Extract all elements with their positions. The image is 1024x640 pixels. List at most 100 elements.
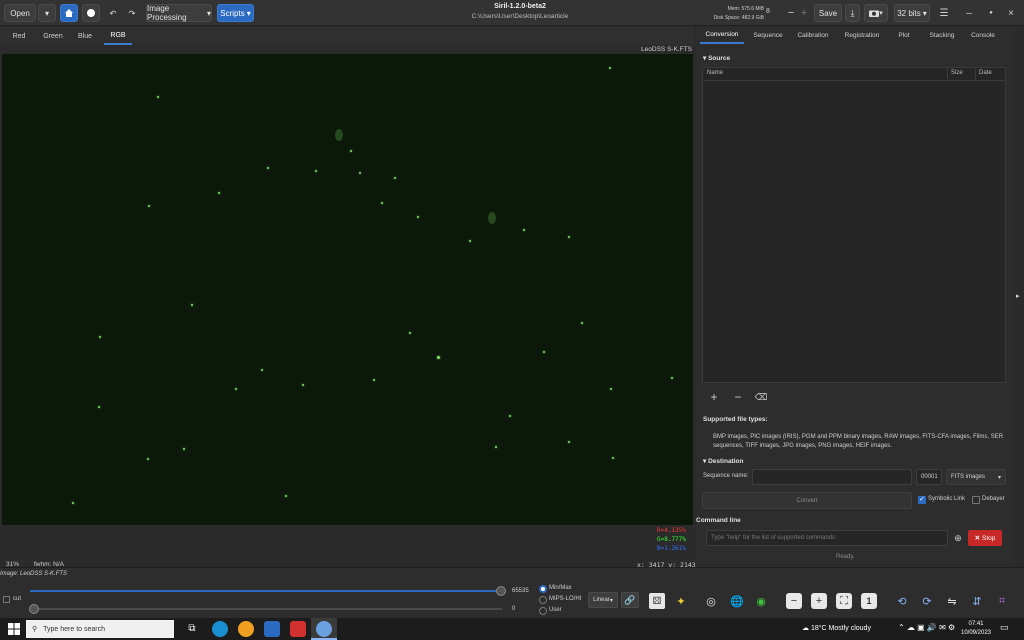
right-panel: Conversion Sequence Calibration Registra…: [696, 27, 1014, 567]
tab-registration[interactable]: Registration: [842, 27, 882, 44]
user-radio[interactable]: [539, 607, 547, 615]
cpu-counter[interactable]: 8: [766, 8, 770, 15]
column-name[interactable]: Name: [707, 70, 723, 76]
scripts-label: Scripts: [220, 8, 245, 18]
tab-blue[interactable]: Blue: [72, 27, 98, 45]
download-icon: ⤓: [850, 7, 855, 18]
zoom-in-button[interactable]: +: [811, 593, 827, 609]
taskbar-search-input[interactable]: ⚲ Type here to search: [26, 620, 174, 638]
star: [267, 167, 269, 169]
clock-date[interactable]: 10/09/2023: [958, 630, 994, 636]
image-processing-menu[interactable]: Image Processing ▾: [146, 4, 212, 22]
maximize-button[interactable]: ●: [984, 4, 998, 22]
livestack-button[interactable]: [82, 4, 100, 22]
tab-plot[interactable]: Plot: [892, 27, 916, 44]
redo-button[interactable]: ↷: [124, 4, 140, 22]
fit-icon: ⛶: [840, 594, 848, 607]
tab-conversion[interactable]: Conversion: [700, 27, 744, 44]
clear-list-button[interactable]: ⌫: [755, 391, 768, 403]
max-slider-handle[interactable]: [496, 586, 506, 596]
panel-collapse-arrow[interactable]: ▸: [1016, 292, 1020, 300]
min-slider-handle[interactable]: [29, 604, 39, 614]
zoom-one-button[interactable]: 1: [861, 593, 877, 609]
rotate-left-button[interactable]: ⟲: [894, 593, 910, 609]
home-button[interactable]: [60, 4, 78, 22]
star: [568, 236, 570, 238]
edge-browser-icon[interactable]: [212, 621, 228, 637]
minus-button[interactable]: −: [784, 4, 798, 22]
add-files-button[interactable]: +: [708, 390, 720, 404]
g-readout: G=8.777%: [657, 536, 686, 543]
max-value[interactable]: 65535: [512, 588, 529, 594]
open-button[interactable]: Open: [4, 4, 36, 22]
tab-red[interactable]: Red: [6, 27, 32, 45]
tab-console[interactable]: Console: [966, 27, 1000, 44]
tab-green[interactable]: Green: [38, 27, 68, 45]
min-value[interactable]: 0: [512, 606, 515, 612]
app-icon[interactable]: [290, 621, 306, 637]
bit-depth-selector[interactable]: 32 bits ▾: [894, 4, 930, 22]
menu-icon: ☰: [939, 7, 949, 19]
mipslo-radio[interactable]: [539, 596, 547, 604]
undo-button[interactable]: ↶: [105, 4, 121, 22]
siril-taskbar-button[interactable]: [311, 618, 337, 640]
stretch-select[interactable]: Linear ▾: [588, 592, 618, 608]
tab-sequence[interactable]: Sequence: [750, 27, 786, 44]
symbolic-link-checkbox[interactable]: ✓: [918, 496, 926, 504]
notifications-icon[interactable]: ▭: [1000, 622, 1009, 633]
stop-button[interactable]: ✕ Stop: [968, 530, 1002, 546]
rotate-right-button[interactable]: ⟳: [919, 593, 935, 609]
mirror-y-button[interactable]: ⇵: [969, 593, 985, 609]
save-button[interactable]: Save: [814, 4, 842, 22]
grid-button[interactable]: 🌐: [729, 593, 745, 609]
max-slider-track[interactable]: [30, 590, 502, 592]
link-channels-button[interactable]: 🔗: [621, 592, 639, 608]
star: [437, 356, 440, 359]
windows-start-button[interactable]: [8, 623, 20, 635]
mirror-x-button[interactable]: ⇋: [944, 593, 960, 609]
command-input[interactable]: Type "help" for the list of supported co…: [706, 530, 948, 546]
sequence-index-input[interactable]: 00001: [916, 469, 942, 485]
tab-calibration[interactable]: Calibration: [792, 27, 834, 44]
sequence-name-input[interactable]: [752, 469, 912, 485]
tab-rgb[interactable]: RGB: [104, 27, 132, 45]
file-list[interactable]: Name Size Date: [702, 67, 1006, 383]
snapshot-button[interactable]: ▾: [864, 4, 888, 22]
cut-checkbox[interactable]: [3, 596, 10, 603]
plus-button[interactable]: +: [798, 4, 810, 22]
annotate-button[interactable]: ◎: [703, 593, 719, 609]
star: [543, 351, 545, 353]
minmax-radio[interactable]: [539, 585, 547, 593]
debayer-checkbox[interactable]: [972, 496, 980, 504]
image-viewer[interactable]: [2, 54, 693, 525]
false-color-button[interactable]: ◉: [753, 593, 769, 609]
convert-button[interactable]: Convert: [702, 492, 912, 509]
crop-button[interactable]: ⌗: [994, 593, 1010, 609]
recent-dropdown-button[interactable]: ▾: [38, 4, 56, 22]
zoom-fit-button[interactable]: ⛶: [836, 593, 852, 609]
tab-stacking[interactable]: Stacking: [924, 27, 960, 44]
column-size[interactable]: Size: [951, 70, 963, 76]
command-help-button[interactable]: ⊕: [952, 531, 964, 545]
weather-widget[interactable]: ☁ 18°C Mostly cloudy: [802, 624, 871, 632]
task-view-icon[interactable]: ⧉: [184, 621, 200, 637]
app-icon[interactable]: [264, 621, 280, 637]
format-select[interactable]: FITS images ▾: [946, 469, 1006, 485]
min-slider-track[interactable]: [30, 608, 502, 610]
reset-view-button[interactable]: ⚄: [649, 593, 665, 609]
tray-icons[interactable]: ⌃ ☁ ▣ 🔊 ✉ ⚙: [898, 623, 955, 632]
hamburger-menu-button[interactable]: ☰: [936, 4, 952, 22]
column-date[interactable]: Date: [979, 70, 992, 76]
save-as-button[interactable]: ⤓: [845, 4, 860, 22]
minimize-button[interactable]: –: [962, 4, 976, 22]
scripts-menu[interactable]: Scripts ▾: [217, 4, 254, 22]
crosshair-icon: ⊕: [954, 532, 962, 543]
destination-expander[interactable]: ▾ Destination: [703, 457, 743, 465]
photometry-button[interactable]: ✦: [673, 593, 689, 609]
zoom-out-button[interactable]: −: [786, 593, 802, 609]
close-button[interactable]: ×: [1004, 4, 1018, 22]
remove-files-button[interactable]: −: [732, 390, 744, 404]
clock-time[interactable]: 07:41: [958, 621, 994, 627]
source-expander[interactable]: ▾ Source: [703, 54, 730, 62]
chrome-browser-icon[interactable]: [238, 621, 254, 637]
